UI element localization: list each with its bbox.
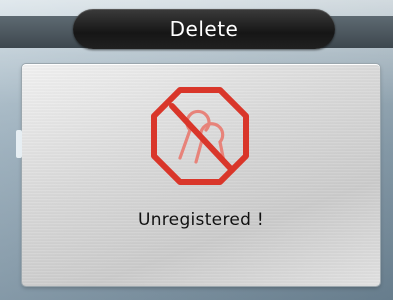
screen-title: Delete	[169, 17, 239, 41]
panel-edge-highlight	[16, 130, 22, 158]
status-message: Unregistered !	[137, 210, 265, 230]
unregistered-fingerprint-prohibited-icon	[150, 86, 250, 186]
title-pill: Delete	[73, 9, 335, 49]
